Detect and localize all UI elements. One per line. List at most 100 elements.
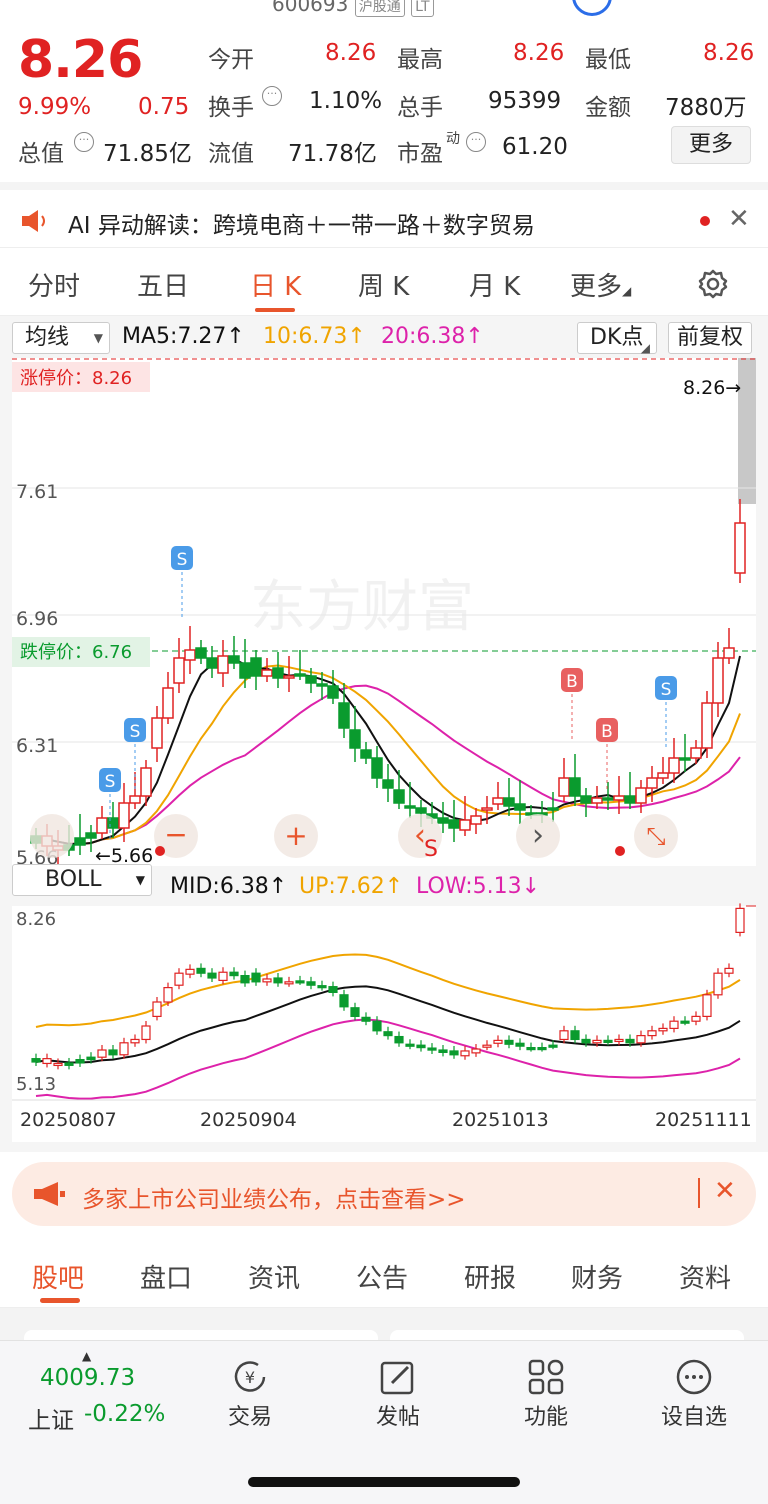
corner-arrow-icon: ◢	[622, 284, 632, 298]
active-tab-indicator	[40, 1298, 80, 1303]
boll-candle-body	[130, 1038, 140, 1044]
candle-body	[668, 757, 680, 774]
tab-intraday[interactable]: 分时	[28, 266, 80, 303]
candle-body	[338, 702, 350, 729]
boll-mid: MID:6.38↑	[170, 874, 288, 899]
tab-news[interactable]: 资讯	[248, 1258, 300, 1295]
boll-candle-body	[339, 994, 349, 1008]
boll-candle-body	[702, 994, 712, 1017]
dk-point-label: DK点	[590, 325, 644, 350]
more-circle-icon	[676, 1359, 712, 1395]
boll-select-label: BOLL	[45, 867, 102, 892]
candle-body	[514, 803, 526, 811]
date-label: 20250807	[20, 1109, 117, 1131]
nav-post-label: 发帖	[375, 1405, 420, 1430]
minus-icon: −	[164, 818, 187, 851]
index-value[interactable]: 4009.73	[40, 1365, 135, 1391]
search-icon[interactable]	[572, 0, 612, 16]
index-name: 上证	[28, 1408, 74, 1434]
ma20-legend: 20:6.38↑	[381, 324, 484, 349]
close-icon[interactable]: ✕	[728, 204, 750, 234]
edit-icon	[380, 1361, 414, 1395]
index-change: -0.22%	[84, 1401, 166, 1427]
candle-body	[580, 795, 592, 804]
grid-icon	[528, 1359, 564, 1395]
boll-candle-body	[196, 967, 206, 974]
notice-banner[interactable]: 多家上市公司业绩公布，点击查看>> ✕	[12, 1162, 756, 1226]
candle-body	[470, 815, 482, 825]
tab-profile[interactable]: 资料	[679, 1258, 731, 1295]
mktcap-value: 71.85亿	[103, 141, 192, 167]
boll-candle-body	[603, 1039, 613, 1044]
adjust-select[interactable]: 前复权	[668, 322, 752, 354]
boll-candle-body	[669, 1020, 679, 1030]
candle-body	[118, 802, 130, 829]
more-button[interactable]: 更多	[671, 126, 751, 164]
chevron-right-icon: ›	[532, 818, 544, 853]
nav-function[interactable]: 功能	[491, 1355, 601, 1431]
info-icon[interactable]: ···	[466, 132, 486, 152]
ai-text: AI 异动解读：跨境电商＋一带一路＋数字贸易	[68, 213, 535, 239]
candle-body	[74, 837, 86, 846]
quote-panel: 8.26 9.99% 0.75 今开 8.26 最高 8.26 最低 8.26 …	[0, 22, 768, 182]
ma-select[interactable]: 均线 ▼	[12, 322, 110, 354]
candle-body	[283, 675, 295, 679]
info-icon[interactable]: ···	[74, 132, 94, 152]
dropdown-arrow-icon: ▼	[135, 873, 145, 887]
dk-point-select[interactable]: DK点 ◢	[577, 322, 657, 355]
tab-monthly-k[interactable]: 月 K	[469, 266, 520, 303]
candle-body	[723, 647, 735, 659]
boll-candle-body	[262, 978, 272, 983]
boll-candle-body	[537, 1046, 547, 1051]
boll-candle-body	[427, 1047, 437, 1051]
boll-candle-body	[449, 1050, 459, 1056]
nav-post[interactable]: 发帖	[343, 1355, 453, 1431]
ai-insight-bar[interactable]: AI 异动解读：跨境电商＋一带一路＋数字贸易 ✕	[0, 182, 768, 248]
expand-icon: ⤡	[646, 822, 665, 850]
candle-body	[360, 749, 372, 759]
y-tick-label: 6.96	[16, 608, 58, 630]
candle-body	[349, 729, 361, 749]
tab-guba[interactable]: 股吧	[32, 1258, 84, 1295]
tab-daily-k[interactable]: 日 K	[250, 266, 301, 303]
candle-body	[690, 747, 702, 759]
candle-body	[712, 657, 724, 704]
candle-body	[206, 657, 218, 669]
tab-more[interactable]: 更多◢	[570, 266, 631, 303]
boll-up: UP:7.62↑	[299, 874, 404, 899]
boll-low: LOW:5.13↓	[416, 874, 541, 899]
megaphone-icon	[34, 1182, 65, 1206]
high-label: 最高	[397, 47, 443, 73]
boll-candle-body	[251, 972, 261, 983]
boll-candle-body	[174, 972, 184, 986]
open-label: 今开	[208, 47, 254, 73]
boll-candle-body	[185, 968, 195, 975]
candle-body	[635, 787, 647, 804]
boll-select[interactable]: BOLL ▼	[12, 864, 152, 896]
nav-trade[interactable]: ¥ 交易	[195, 1355, 305, 1431]
candle-body	[96, 817, 108, 834]
tab-research[interactable]: 研报	[464, 1258, 516, 1295]
boll-candle-body	[53, 1062, 63, 1067]
settings-icon[interactable]	[697, 268, 729, 300]
candle-body	[195, 647, 207, 659]
candle-body	[591, 797, 603, 804]
tab-announcements[interactable]: 公告	[356, 1258, 408, 1295]
tab-pankou[interactable]: 盘口	[140, 1258, 192, 1295]
info-icon[interactable]: ···	[262, 86, 282, 106]
volume-label: 总手	[397, 95, 443, 121]
kline-chart[interactable]: 东方财富 8.267.616.966.315.66涨停价：8.26跌停价：6.7…	[0, 358, 768, 1152]
date-label: 20251013	[452, 1109, 549, 1131]
boll-candle-body	[229, 971, 239, 977]
tab-finance[interactable]: 财务	[571, 1258, 623, 1295]
boll-candle-body	[75, 1058, 85, 1064]
close-icon[interactable]: ✕	[714, 1176, 736, 1206]
nav-watchlist[interactable]: 设自选	[639, 1355, 749, 1431]
last-price-marker: 8.26→	[683, 377, 741, 399]
zoom-out-button[interactable]	[30, 814, 74, 858]
pe-value: 61.20	[502, 134, 568, 160]
tab-5day[interactable]: 五日	[137, 266, 189, 303]
tab-weekly-k[interactable]: 周 K	[358, 266, 409, 303]
candle-body	[701, 702, 713, 749]
kline-area[interactable]: 均线 ▼ MA5:7.27↑ 10:6.73↑ 20:6.38↑ DK点 ◢ 前复权…	[0, 316, 768, 1152]
